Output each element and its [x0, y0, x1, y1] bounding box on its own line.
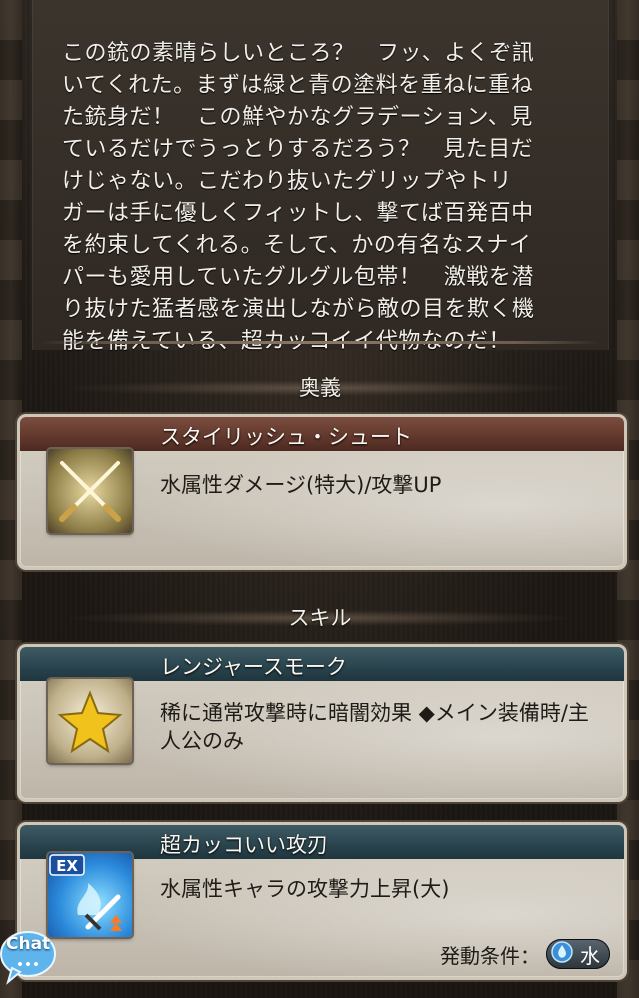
skill-card[interactable]: レンジャースモーク 稀に通常攻撃時に暗闇効果 ◆メイン装備時/主人公のみ — [17, 644, 627, 802]
ougi-effect: 水属性ダメージ(特大)/攻撃UP — [160, 473, 442, 497]
description-line: パーも愛用していたグルグル包帯！ 激戦を潜 — [62, 265, 534, 290]
divider — [40, 341, 600, 344]
skill-effect: 稀に通常攻撃時に暗闇効果 ◆メイン装備時/主人公のみ — [160, 701, 589, 753]
skill-heading: スキル — [70, 604, 570, 630]
description-line: た銃身だ！ この鮮やかなグラデーション、見 — [62, 105, 533, 130]
activation-condition: 発動条件： 水 — [440, 939, 610, 969]
condition-label: 発動条件： — [440, 943, 540, 968]
skill-name: 超カッコいい攻刃 — [160, 833, 328, 857]
weapon-description: この銃の素晴らしいところ？ フッ、よくぞ訊 いてくれた。まずは緑と青の塗料を重ね… — [62, 38, 592, 358]
skill-effect: 水属性キャラの攻撃力上昇(大) — [160, 877, 450, 901]
ougi-heading-label: 奥義 — [299, 376, 341, 400]
skill-card[interactable]: 超カッコいい攻刃 EX 水属性キャラの攻撃力上昇(大) 発動条件： 水 — [17, 822, 627, 980]
description-line: り抜けた猛者感を演出しながら敵の目を欺く機 — [62, 297, 535, 322]
description-line: を約束してくれる。そして、かの有名なスナイ — [62, 233, 532, 258]
ougi-card[interactable]: スタイリッシュ・シュート 水属性ダメージ(特大)/攻撃UP — [17, 414, 627, 570]
ex-water-sword-icon: EX — [48, 853, 132, 937]
chat-label[interactable]: Chat — [6, 934, 50, 954]
description-line: この銃の素晴らしいところ？ フッ、よくぞ訊 — [62, 41, 535, 66]
ex-badge-text: EX — [56, 857, 78, 875]
condition-value: 水 — [580, 943, 600, 968]
ougi-name: スタイリッシュ・シュート — [160, 425, 412, 449]
skill-heading-label: スキル — [288, 606, 352, 630]
description-line: いてくれた。まずは緑と青の塗料を重ねに重ね — [62, 73, 534, 98]
gold-star-icon — [48, 679, 132, 763]
element-badge: 水 — [546, 939, 610, 969]
water-element-icon — [550, 940, 574, 969]
description-line: ガーは手に優しくフィットし、撃てば百発百中 — [62, 201, 534, 226]
description-line: けじゃない。こだわり抜いたグリップやトリ — [62, 169, 513, 194]
ougi-heading: 奥義 — [70, 374, 570, 400]
description-line: ているだけでうっとりするだろう？ 見た目だ — [62, 137, 534, 162]
crossed-swords-icon — [48, 449, 132, 533]
skill-name: レンジャースモーク — [160, 655, 347, 679]
